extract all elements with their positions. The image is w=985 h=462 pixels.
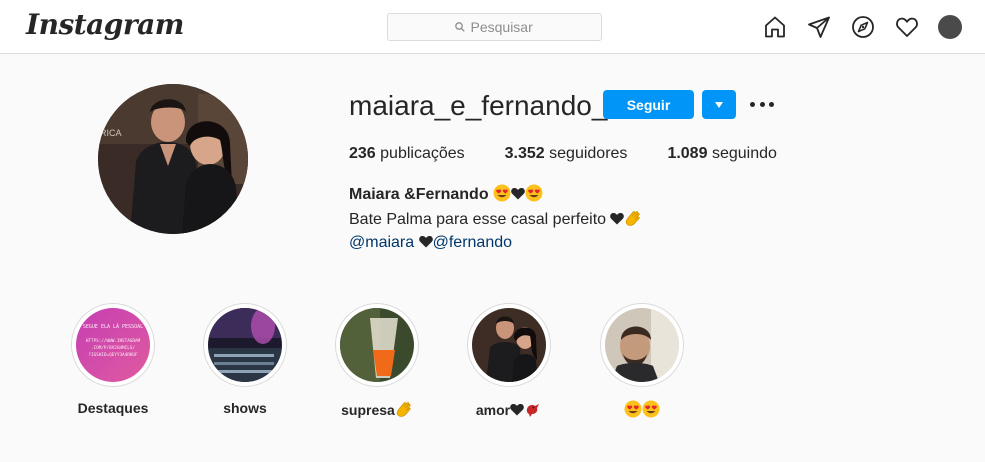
profile-picture[interactable]: RICA	[98, 84, 248, 234]
mention-link[interactable]: @fernando	[433, 234, 512, 251]
search-icon	[454, 22, 465, 32]
highlight-label	[600, 400, 684, 418]
profile-bio: Bate Palma para esse casal perfeito	[349, 209, 642, 229]
top-navigation-bar: Instagram	[0, 0, 985, 54]
highlight-shows[interactable]: shows	[203, 303, 287, 416]
highlight-heart-eyes[interactable]	[600, 303, 684, 418]
activity-heart-icon[interactable]	[895, 15, 919, 39]
red-bird-emoji-icon	[524, 400, 542, 418]
search-box[interactable]	[387, 13, 602, 41]
heart-eyes-emoji-icon	[493, 184, 511, 202]
highlight-label: Destaques	[77, 400, 149, 416]
caret-down-icon	[715, 101, 723, 108]
mention-link[interactable]: @maiara	[349, 234, 414, 251]
highlight-destaques[interactable]: SEGUE ELA LÁ PESSOAL HTTPS://WWW.INSTAGR…	[71, 303, 155, 416]
profile-full-name: Maiara &Fernando	[349, 184, 543, 204]
more-options-icon[interactable]	[750, 96, 774, 112]
highlight-cover	[208, 308, 282, 382]
highlight-supresa[interactable]: supresa	[335, 303, 419, 418]
profile-photo-image: RICA	[98, 84, 248, 234]
profile-mentions: @maiara @fernando	[349, 234, 512, 252]
highlight-cover	[605, 308, 679, 382]
svg-text:.COM/P/BV2GHMCLS/: .COM/P/BV2GHMCLS/	[91, 345, 135, 351]
black-heart-emoji-icon	[419, 235, 433, 248]
profile-avatar-icon[interactable]	[938, 15, 962, 39]
profile-stats: 236 publicações 3.352 seguidores 1.089 s…	[349, 145, 817, 163]
highlight-amor[interactable]: amor	[467, 303, 551, 418]
clapping-hands-emoji-icon	[395, 400, 413, 418]
direct-icon[interactable]	[807, 15, 831, 39]
black-heart-emoji-icon	[610, 212, 624, 225]
black-heart-emoji-icon	[511, 187, 525, 200]
highlight-label: shows	[223, 400, 267, 416]
heart-eyes-emoji-icon	[525, 184, 543, 202]
svg-text:HTTPS://WWW.INSTAGRAM: HTTPS://WWW.INSTAGRAM	[86, 338, 141, 344]
home-icon[interactable]	[763, 15, 787, 39]
svg-text:?IGSHID=QEYY3A4RKUF: ?IGSHID=QEYY3A4RKUF	[88, 352, 138, 358]
black-heart-emoji-icon	[510, 403, 524, 416]
instagram-logo[interactable]: Instagram	[26, 8, 184, 41]
explore-icon[interactable]	[851, 15, 875, 39]
highlight-cover: SEGUE ELA LÁ PESSOAL HTTPS://WWW.INSTAGR…	[76, 308, 150, 382]
svg-text:SEGUE ELA LÁ PESSOAL: SEGUE ELA LÁ PESSOAL	[83, 323, 143, 330]
highlight-cover	[472, 308, 546, 382]
highlight-cover	[340, 308, 414, 382]
clapping-hands-emoji-icon	[624, 209, 642, 227]
following-count[interactable]: 1.089 seguindo	[667, 145, 776, 163]
heart-eyes-emoji-icon	[624, 400, 642, 418]
follow-button[interactable]: Seguir	[603, 90, 694, 119]
highlight-label: amor	[467, 400, 551, 418]
search-input[interactable]	[470, 19, 535, 35]
heart-eyes-emoji-icon	[642, 400, 660, 418]
highlight-label: supresa	[335, 400, 419, 418]
suggestions-dropdown-button[interactable]	[702, 90, 736, 119]
followers-count[interactable]: 3.352 seguidores	[505, 145, 628, 163]
profile-username: maiara_e_fernando_	[349, 90, 608, 121]
svg-text:RICA: RICA	[100, 128, 122, 138]
posts-count: 236 publicações	[349, 145, 465, 162]
